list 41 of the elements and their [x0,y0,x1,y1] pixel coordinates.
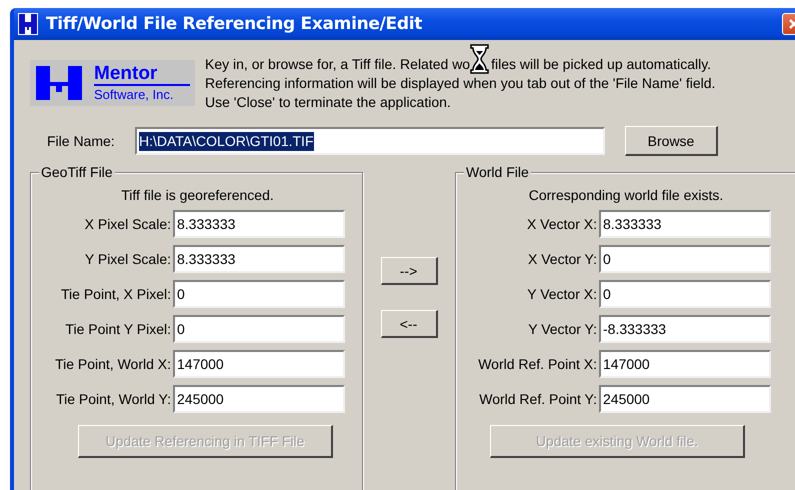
text-field[interactable]: 245000 [599,385,771,413]
field-label: X Vector X: [526,216,598,232]
status-text: Corresponding world file exists. [528,187,724,204]
field-label: Tie Point, World Y: [55,391,172,407]
field-label: Y Vector X: [526,286,598,302]
field-label: File Name: [47,133,116,149]
field-label: Y Pixel Scale: [84,251,172,267]
text-field[interactable]: 245000 [173,385,345,413]
transfer-button[interactable]: --> [380,257,438,285]
logo-subtitle: Software, Inc. [94,86,174,102]
browse-button[interactable]: Browse [625,126,718,156]
instruction-text: Referencing information will be displayed when you tab out of the 'File Name' field. [205,74,716,93]
text-field[interactable]: 0 [599,280,771,308]
logo-name: Mentor [94,64,190,86]
instruction-text: files will be picked up automatically. [491,55,712,74]
instruction-text: Key in, or browse for, a Tiff file. Related wo [205,55,470,74]
transfer-button[interactable]: <-- [380,310,438,338]
file-name-field[interactable]: H:\DATA\COLOR\GTI01.TIF [135,127,605,155]
field-label: World Ref. Point X: [477,356,598,372]
field-label: Tie Point, X Pixel: [60,286,172,302]
field-label: Tie Point, World X: [54,356,172,372]
field-label: Tie Point Y Pixel: [64,321,172,337]
field-label: X Pixel Scale: [84,216,172,232]
field-label: World Ref. Point Y: [478,391,598,407]
text-field[interactable]: 0 [599,245,771,273]
text-field[interactable]: 8.333333 [599,210,771,238]
hourglass-cursor-icon [470,44,490,74]
status-text: Tiff file is georeferenced. [120,187,275,204]
text-field[interactable]: -8.333333 [599,315,771,343]
field-label: Y Vector Y: [527,321,598,337]
text-field[interactable]: 147000 [173,350,345,378]
window-title: Tiff/World File Referencing Examine/Edit [46,14,422,34]
field-label: X Vector Y: [526,251,598,267]
text-field[interactable]: 0 [173,315,345,343]
text-field[interactable]: 0 [173,280,345,308]
app-logo-icon [18,13,38,35]
text-field[interactable]: 8.333333 [173,245,345,273]
logo-mark-icon [34,64,84,102]
text-field[interactable]: 8.333333 [173,210,345,238]
instruction-text: Use 'Close' to terminate the application. [205,93,452,112]
text-field[interactable]: 147000 [599,350,771,378]
